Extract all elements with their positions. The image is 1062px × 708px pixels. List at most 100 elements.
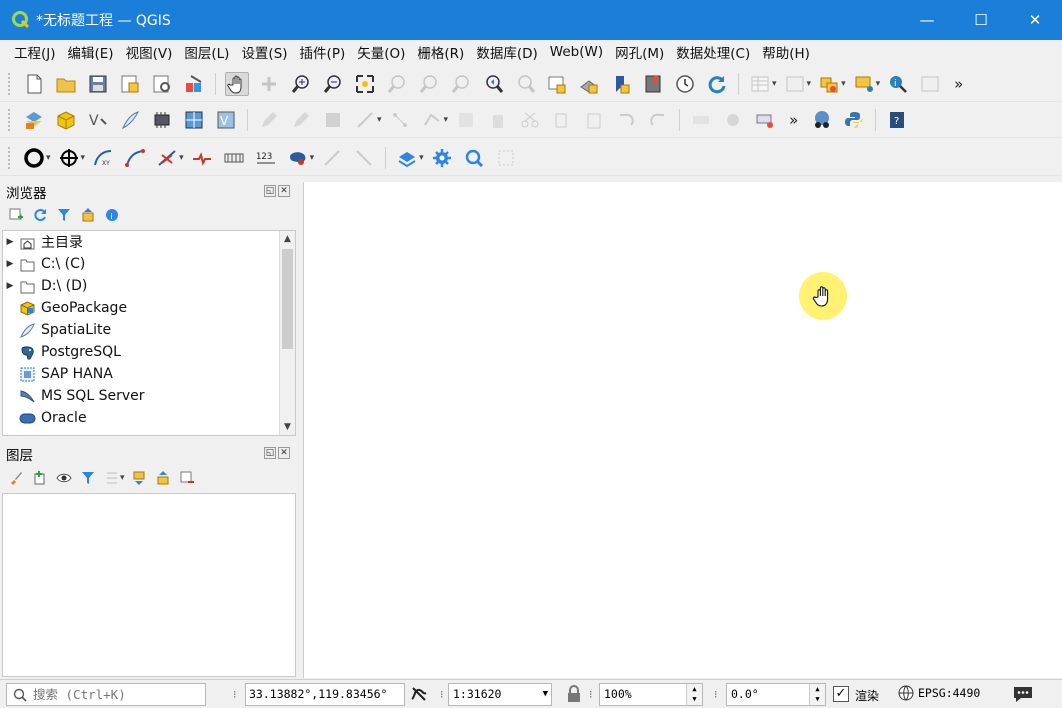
shape-tool-button[interactable] — [286, 146, 310, 170]
scroll-down-icon[interactable]: ▼ — [280, 419, 295, 435]
map-canvas[interactable] — [303, 182, 1062, 678]
spin-buttons[interactable]: ▲ ▼ — [809, 684, 825, 705]
menu-layer[interactable]: 图层(L) — [178, 42, 235, 62]
style-manager-button[interactable] — [182, 72, 206, 96]
paste-features-button[interactable] — [582, 108, 606, 132]
pan-to-selection-button[interactable] — [257, 72, 281, 96]
toolbar-grip[interactable] — [8, 72, 12, 95]
zoom-in-button[interactable] — [289, 72, 313, 96]
expand-all-button[interactable] — [130, 469, 148, 487]
refresh-browser-button[interactable] — [31, 206, 49, 224]
menu-vector[interactable]: 矢量(O) — [351, 42, 411, 62]
close-button[interactable]: ✕ — [1008, 0, 1062, 40]
menu-web[interactable]: Web(W) — [544, 44, 609, 60]
snap-line-button[interactable] — [190, 146, 214, 170]
manage-visibility-button[interactable] — [55, 469, 73, 487]
add-curve-button[interactable] — [123, 146, 147, 170]
dropdown-arrow-icon[interactable]: ▾ — [444, 115, 449, 125]
menu-raster[interactable]: 栅格(R) — [411, 42, 470, 62]
data-source-manager-button[interactable] — [22, 108, 46, 132]
search-tool-button[interactable] — [462, 146, 486, 170]
new-virtual-layer-button[interactable]: V — [86, 108, 110, 132]
zoom-to-layer-button[interactable] — [417, 72, 441, 96]
spin-buttons[interactable]: ▲ ▼ — [686, 684, 702, 705]
new-geopackage-layer-button[interactable] — [54, 108, 78, 132]
toggle-extents-mouse-icon[interactable] — [409, 684, 429, 704]
filter-expression-button[interactable] — [103, 469, 121, 487]
measure-button[interactable] — [918, 72, 942, 96]
dropdown-arrow-icon[interactable]: ▾ — [46, 153, 51, 163]
minimize-button[interactable]: — — [900, 0, 954, 40]
dropdown-arrow-icon[interactable]: ▾ — [377, 115, 382, 125]
render-checkbox[interactable]: ✓ — [833, 686, 849, 702]
modify-attributes-button[interactable] — [454, 108, 478, 132]
stitch-button[interactable] — [222, 146, 246, 170]
maximize-button[interactable]: ☐ — [954, 0, 1008, 40]
ring-tool-button[interactable] — [22, 146, 46, 170]
locator-search[interactable] — [6, 683, 206, 706]
temporal-controller-button[interactable] — [673, 72, 697, 96]
identify-button[interactable]: i — [886, 72, 910, 96]
refresh-button[interactable] — [705, 72, 729, 96]
menu-processing[interactable]: 数据处理(C) — [670, 42, 756, 62]
lock-icon[interactable] — [566, 685, 582, 703]
crs-button[interactable]: EPSG:4490 — [897, 684, 980, 702]
cut-features-button[interactable] — [518, 108, 542, 132]
undo-button[interactable] — [614, 108, 638, 132]
dropdown-arrow-icon[interactable]: ▾ — [807, 79, 812, 89]
digitize-button[interactable] — [353, 108, 377, 132]
scroll-thumb[interactable] — [282, 249, 293, 349]
style-layer-button[interactable] — [7, 469, 25, 487]
coordinate-field[interactable]: 33.13882°,119.83456° — [245, 683, 405, 706]
new-project-button[interactable] — [22, 72, 46, 96]
collapse-all-button[interactable] — [79, 206, 97, 224]
zoom-next-button[interactable] — [513, 72, 537, 96]
new-mesh-layer-button[interactable] — [182, 108, 206, 132]
open-project-button[interactable] — [54, 72, 78, 96]
diagram-toolbar-button[interactable] — [721, 108, 745, 132]
magnifier-spinbox[interactable]: 100% ▲ ▼ — [599, 683, 703, 706]
rotation-spinbox[interactable]: 0.0° ▲ ▼ — [726, 683, 826, 706]
toolbar-grip[interactable] — [8, 108, 12, 131]
delete-selected-button[interactable] — [486, 108, 510, 132]
tree-item-c-drive[interactable]: ▶ C:\ (C) — [3, 253, 295, 275]
new-3d-map-view-button[interactable] — [577, 72, 601, 96]
python-console-button[interactable] — [842, 108, 866, 132]
split-line-button[interactable] — [155, 146, 179, 170]
redo-button[interactable] — [646, 108, 670, 132]
toolbar-overflow-button[interactable]: » — [789, 111, 798, 129]
georeferencer-button[interactable] — [810, 108, 834, 132]
toolbar-grip[interactable] — [8, 146, 12, 169]
scroll-up-icon[interactable]: ▲ — [280, 231, 295, 247]
disabled-tool-b-button[interactable] — [352, 146, 376, 170]
add-xy-curve-button[interactable]: XY — [91, 146, 115, 170]
menu-settings[interactable]: 设置(S) — [235, 42, 293, 62]
menu-view[interactable]: 视图(V) — [120, 42, 179, 62]
float-panel-button[interactable]: ◱ — [264, 447, 276, 459]
extent-tool-button[interactable] — [494, 146, 518, 170]
expand-arrow-icon[interactable]: ▶ — [3, 281, 17, 291]
current-edits-button[interactable] — [257, 108, 281, 132]
layers-tree[interactable] — [2, 493, 296, 677]
remove-layer-button[interactable] — [178, 469, 196, 487]
tree-item-oracle[interactable]: Oracle — [3, 407, 295, 429]
toggle-editing-button[interactable] — [289, 108, 313, 132]
new-temporary-layer-button[interactable] — [150, 108, 174, 132]
dropdown-arrow-icon[interactable]: ▾ — [772, 79, 777, 89]
close-panel-button[interactable]: ✕ — [278, 185, 290, 197]
new-bookmark-button[interactable] — [609, 72, 633, 96]
layer-styling-button[interactable] — [395, 146, 419, 170]
menu-edit[interactable]: 编辑(E) — [62, 42, 120, 62]
menu-help[interactable]: 帮助(H) — [756, 42, 816, 62]
dropdown-arrow-icon[interactable]: ▾ — [179, 153, 184, 163]
pan-map-button[interactable] — [225, 71, 249, 96]
menu-mesh[interactable]: 网孔(M) — [609, 42, 670, 62]
menu-project[interactable]: 工程(J) — [8, 42, 62, 62]
dropdown-arrow-icon[interactable]: ▾ — [841, 79, 846, 89]
toolbar-overflow-button[interactable]: » — [954, 75, 963, 93]
scale-combobox[interactable]: 1:31620 ▼ — [448, 683, 552, 706]
numeric-tool-button[interactable]: 123 — [254, 146, 278, 170]
annotation-button[interactable] — [852, 72, 876, 96]
select-features-button[interactable] — [783, 72, 807, 96]
layout-manager-button[interactable] — [150, 72, 174, 96]
